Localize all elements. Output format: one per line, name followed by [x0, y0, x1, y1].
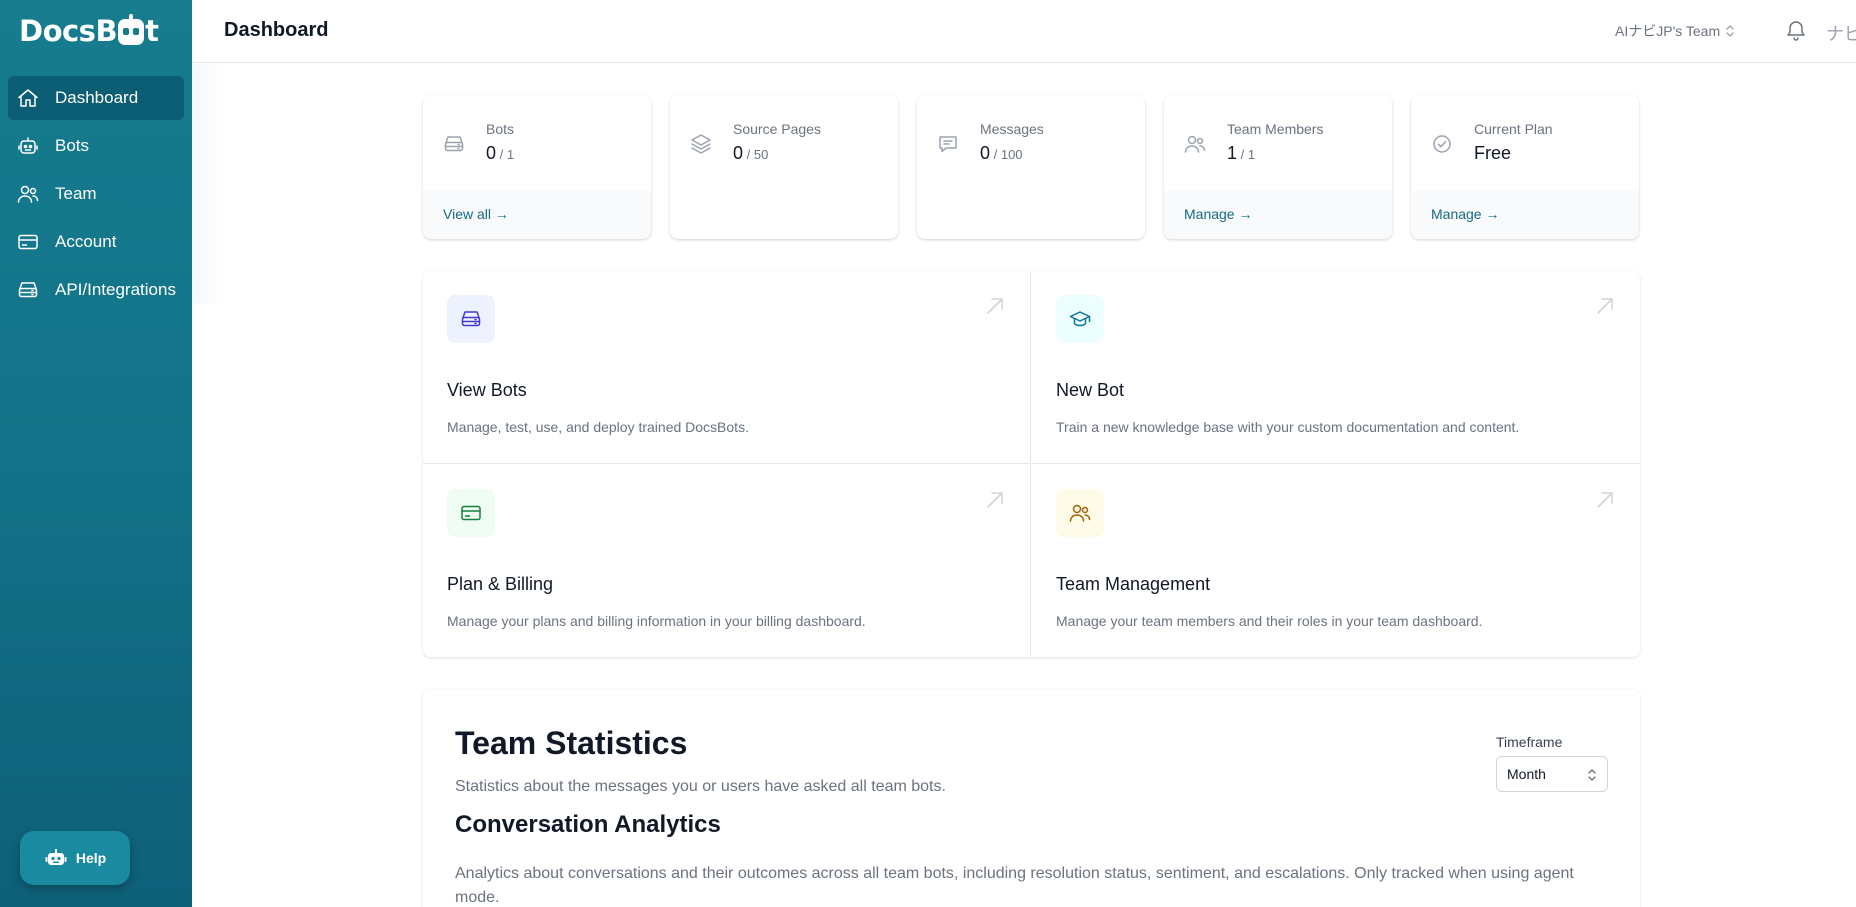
- bell-icon[interactable]: [1784, 17, 1808, 43]
- sidebar-item-api-integrations[interactable]: API/Integrations: [8, 268, 184, 312]
- arrow-up-right-icon: [1597, 298, 1613, 314]
- stat-card-source-pages: Source Pages 0 / 50: [670, 95, 898, 239]
- stat-label: Source Pages: [733, 121, 821, 137]
- sidebar-item-account[interactable]: Account: [8, 220, 184, 264]
- stat-label: Team Members: [1227, 121, 1324, 137]
- team-name: AIナビJP's Team: [1615, 23, 1721, 39]
- view-all-bots-link[interactable]: View all →: [443, 206, 509, 222]
- sidebar-item-label: API/Integrations: [55, 280, 176, 299]
- action-title: New Bot: [1056, 380, 1125, 400]
- action-icon-box: [447, 295, 495, 343]
- action-title: Plan & Billing: [447, 574, 554, 594]
- sidebar-item-label: Team: [55, 184, 97, 203]
- conversation-analytics-title: Conversation Analytics: [455, 811, 721, 838]
- robot-icon: [18, 137, 38, 154]
- logo-text-b: B: [95, 14, 118, 48]
- layers-icon: [691, 134, 711, 154]
- sidebar-item-label: Bots: [55, 136, 90, 155]
- timeframe-select[interactable]: Month: [1496, 756, 1608, 792]
- stat-value: 0 / 50: [733, 143, 769, 163]
- team-statistics-subtitle: Statistics about the messages you or use…: [455, 778, 946, 795]
- credit-card-icon: [18, 234, 38, 250]
- action-description: Manage your team members and their roles…: [1056, 613, 1483, 629]
- team-statistics-panel: Team Statistics Statistics about the mes…: [423, 689, 1640, 907]
- help-button-label: Help: [75, 850, 107, 866]
- sidebar: Docs Bt Dashboard Bots Team Account API/I…: [0, 0, 192, 907]
- chevron-up-down-icon: [1588, 769, 1596, 781]
- action-description: Train a new knowledge base with your cus…: [1056, 419, 1520, 435]
- docsbot-logo[interactable]: Docs Bt: [19, 11, 159, 51]
- manage-team-link[interactable]: Manage →: [1184, 206, 1252, 222]
- users-icon: [1069, 504, 1091, 522]
- arrow-up-right-icon: [987, 298, 1003, 314]
- timeframe-selected-value: Month: [1507, 766, 1546, 782]
- users-icon: [1184, 135, 1206, 153]
- conversation-analytics-subtitle: Analytics about conversations and their …: [455, 865, 1574, 906]
- home-icon: [18, 89, 38, 107]
- action-title: Team Management: [1056, 574, 1211, 594]
- sidebar-item-team[interactable]: Team: [8, 172, 184, 216]
- stat-value: 0 / 1: [486, 143, 515, 163]
- graduation-cap-icon: [1069, 311, 1091, 327]
- robot-face-icon: [118, 14, 145, 45]
- sidebar-item-dashboard[interactable]: Dashboard: [8, 76, 184, 120]
- team-switcher[interactable]: AIナビJP's Team: [1615, 21, 1736, 41]
- server-icon: [461, 311, 481, 327]
- timeframe-label: Timeframe: [1496, 734, 1563, 750]
- action-new-bot[interactable]: New Bot Train a new knowledge base with …: [1032, 271, 1640, 464]
- help-button[interactable]: Help: [20, 831, 130, 885]
- action-title: View Bots: [447, 380, 527, 400]
- action-icon-box: [447, 489, 495, 537]
- logo-text-t: t: [145, 14, 159, 48]
- action-team-management[interactable]: Team Management Manage your team members…: [1032, 465, 1640, 657]
- action-plan-billing[interactable]: Plan & Billing Manage your plans and bil…: [423, 465, 1031, 657]
- check-badge-icon: [1433, 135, 1451, 153]
- logo-text-docs: Docs: [19, 14, 96, 48]
- arrow-up-right-icon: [1597, 492, 1613, 508]
- chat-icon: [939, 136, 957, 153]
- server-icon: [18, 282, 38, 298]
- main-content: Bots 0 / 1 View all → Source Pages 0 / 5…: [192, 64, 1856, 907]
- server-icon: [444, 136, 464, 152]
- action-description: Manage, test, use, and deploy trained Do…: [447, 419, 749, 435]
- user-avatar[interactable]: ナビ: [1826, 20, 1856, 46]
- stat-card-current-plan: Current Plan Free Manage →: [1411, 95, 1639, 239]
- chevron-up-down-icon: [1726, 25, 1734, 37]
- action-icon-box: [1056, 489, 1104, 537]
- arrow-up-right-icon: [987, 492, 1003, 508]
- top-header: Dashboard AIナビJP's Team ナビ: [192, 0, 1856, 63]
- stat-value: 0 / 100: [980, 143, 1023, 163]
- stat-value: 1 / 1: [1227, 143, 1256, 163]
- manage-plan-link[interactable]: Manage →: [1431, 206, 1499, 222]
- stat-card-bots: Bots 0 / 1 View all →: [423, 95, 651, 239]
- stat-card-messages: Messages 0 / 100: [917, 95, 1145, 239]
- stat-card-team-members: Team Members 1 / 1 Manage →: [1164, 95, 1392, 239]
- action-view-bots[interactable]: View Bots Manage, test, use, and deploy …: [423, 271, 1031, 464]
- quick-actions-grid: View Bots Manage, test, use, and deploy …: [423, 271, 1640, 657]
- stat-cards: Bots 0 / 1 View all → Source Pages 0 / 5…: [423, 95, 1640, 239]
- sidebar-nav: Dashboard Bots Team Account API/Integrat…: [8, 76, 184, 316]
- action-description: Manage your plans and billing informatio…: [447, 613, 866, 629]
- sidebar-item-bots[interactable]: Bots: [8, 124, 184, 168]
- stat-label: Messages: [980, 121, 1044, 137]
- team-statistics-title: Team Statistics: [455, 725, 688, 761]
- page-title: Dashboard: [224, 19, 329, 41]
- sidebar-item-label: Account: [55, 232, 117, 251]
- stat-value: Free: [1474, 143, 1512, 163]
- stat-label: Bots: [486, 121, 515, 137]
- users-icon: [17, 185, 39, 203]
- sidebar-item-label: Dashboard: [55, 88, 139, 107]
- robot-icon: [45, 849, 67, 865]
- action-icon-box: [1056, 295, 1104, 343]
- stat-label: Current Plan: [1474, 121, 1553, 137]
- credit-card-icon: [461, 505, 481, 521]
